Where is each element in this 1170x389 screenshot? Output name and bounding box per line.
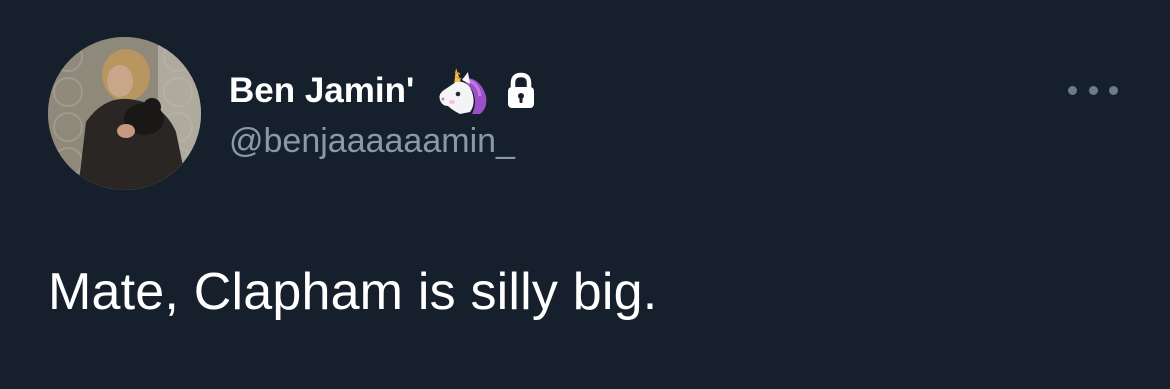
lock-icon (504, 72, 538, 110)
more-dots-icon (1088, 85, 1098, 95)
more-dots-icon (1109, 85, 1118, 95)
author-handle[interactable]: @benjaaaaaamin_ (229, 122, 515, 161)
avatar[interactable] (48, 37, 201, 190)
unicorn-emoji-icon (434, 66, 490, 116)
author-display-name[interactable]: Ben Jamin' (229, 71, 414, 111)
avatar-photo (48, 37, 201, 190)
tweet-card: Ben Jamin' @benjaaaaaamin_ Mate, Clapham… (0, 0, 1170, 389)
more-dots-icon (1068, 85, 1077, 95)
more-options-button[interactable] (1068, 78, 1118, 102)
tweet-text: Mate, Clapham is silly big. (48, 263, 658, 321)
author-name-row: Ben Jamin' (229, 66, 538, 116)
